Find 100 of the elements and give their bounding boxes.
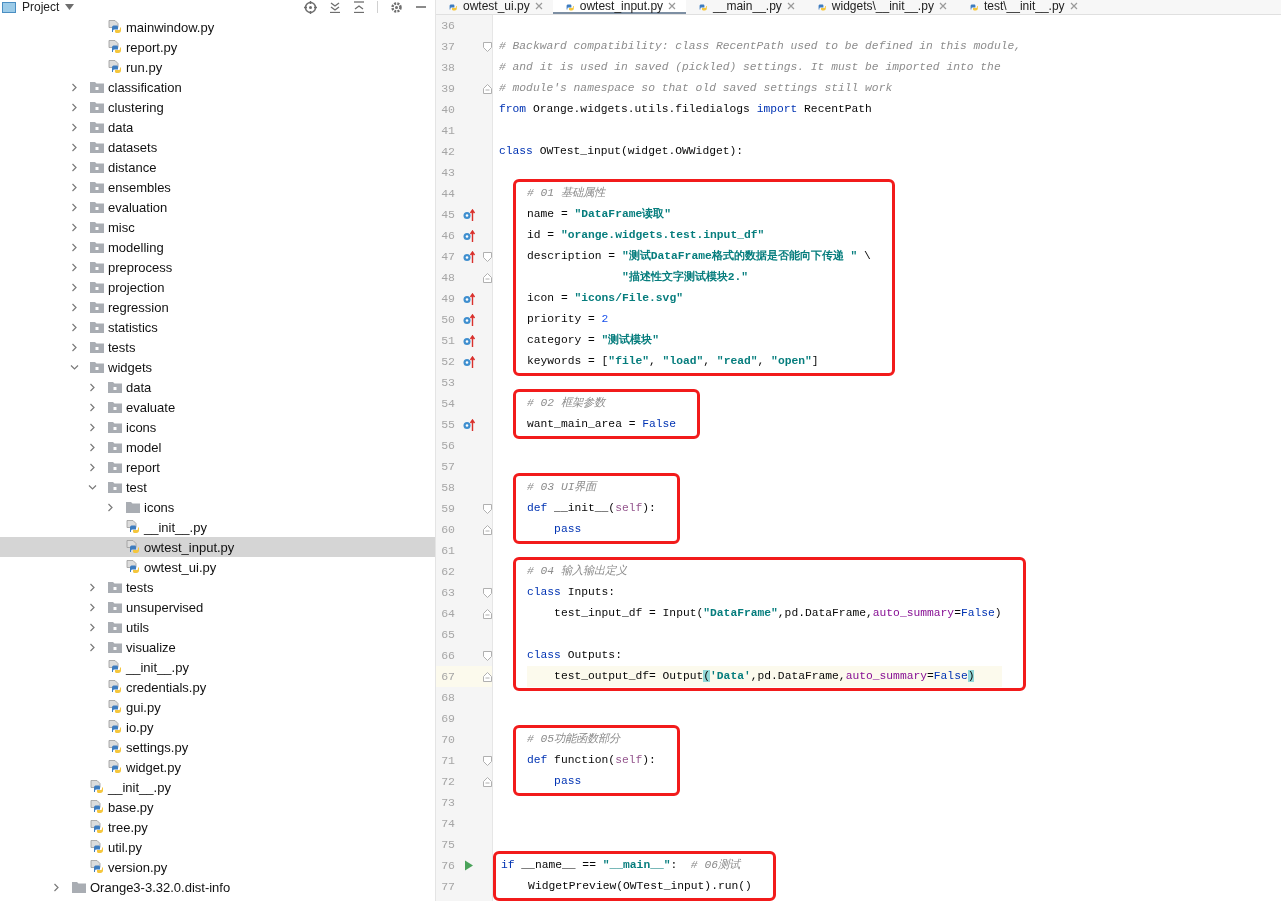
chevron-right-icon[interactable] [87,382,97,392]
tree-item[interactable]: model [0,437,435,457]
tree-item[interactable]: owtest_input.py [0,537,435,557]
chevron-right-icon[interactable] [87,462,97,472]
close-icon[interactable] [534,2,543,10]
collapse-icon[interactable] [353,1,365,13]
tree-item[interactable]: regression [0,297,435,317]
tree-item[interactable]: io.py [0,717,435,737]
run-icon[interactable] [464,860,474,871]
chevron-right-icon[interactable] [69,322,79,332]
fold-start-icon[interactable] [483,650,492,661]
editor-tab[interactable]: widgets\__init__.py [804,0,957,14]
tree-item[interactable]: projection [0,277,435,297]
chevron-right-icon[interactable] [69,102,79,112]
override-marker-icon[interactable] [463,334,475,347]
tree-item[interactable]: __init__.py [0,777,435,797]
override-marker-icon[interactable] [463,208,475,221]
chevron-right-icon[interactable] [69,242,79,252]
tree-item[interactable]: __init__.py [0,657,435,677]
tree-item[interactable]: widget.py [0,757,435,777]
chevron-right-icon[interactable] [105,502,115,512]
tree-item[interactable]: owtest_ui.py [0,557,435,577]
tree-item[interactable]: unsupervised [0,597,435,617]
tree-item[interactable]: version.py [0,857,435,877]
override-marker-icon[interactable] [463,355,475,368]
override-marker-icon[interactable] [463,313,475,326]
tree-item[interactable]: datasets [0,137,435,157]
tree-item[interactable]: utils [0,617,435,637]
tree-item[interactable]: tests [0,337,435,357]
chevron-right-icon[interactable] [69,222,79,232]
panel-title[interactable]: Project [22,0,60,14]
close-icon[interactable] [786,2,795,10]
fold-start-icon[interactable] [483,41,492,52]
fold-start-icon[interactable] [483,251,492,262]
fold-end-icon[interactable] [483,671,492,682]
fold-start-icon[interactable] [483,503,492,514]
tree-item[interactable]: __init__.py [0,517,435,537]
chevron-right-icon[interactable] [69,142,79,152]
chevron-right-icon[interactable] [69,342,79,352]
tree-item[interactable]: report.py [0,37,435,57]
tree-item[interactable]: base.py [0,797,435,817]
tree-item[interactable]: util.py [0,837,435,857]
tree-item[interactable]: distance [0,157,435,177]
override-marker-icon[interactable] [463,229,475,242]
chevron-right-icon[interactable] [69,162,79,172]
fold-end-icon[interactable] [483,776,492,787]
chevron-right-icon[interactable] [69,282,79,292]
fold-start-icon[interactable] [483,587,492,598]
expand-icon[interactable] [329,1,341,13]
override-marker-icon[interactable] [463,418,475,431]
editor-tab[interactable]: owtest_input.py [552,0,687,14]
close-icon[interactable] [1069,2,1078,10]
chevron-right-icon[interactable] [69,262,79,272]
tree-item[interactable]: report [0,457,435,477]
chevron-right-icon[interactable] [87,442,97,452]
chevron-down-icon[interactable] [69,362,79,372]
tree-item[interactable]: evaluation [0,197,435,217]
tree-item[interactable]: tests [0,577,435,597]
chevron-right-icon[interactable] [87,622,97,632]
chevron-down-icon[interactable] [87,482,97,492]
override-marker-icon[interactable] [463,250,475,263]
chevron-right-icon[interactable] [69,302,79,312]
tree-item[interactable]: icons [0,417,435,437]
chevron-right-icon[interactable] [87,582,97,592]
tree-item[interactable]: data [0,117,435,137]
close-icon[interactable] [938,2,947,10]
fold-start-icon[interactable] [483,755,492,766]
fold-end-icon[interactable] [483,524,492,535]
override-marker-icon[interactable] [463,292,475,305]
tree-item[interactable]: settings.py [0,737,435,757]
chevron-right-icon[interactable] [69,82,79,92]
close-icon[interactable] [668,2,677,10]
tree-item[interactable]: ensembles [0,177,435,197]
gear-icon[interactable] [390,0,403,14]
chevron-right-icon[interactable] [87,402,97,412]
tree-item[interactable]: visualize [0,637,435,657]
tree-item[interactable]: test [0,477,435,497]
tree-item[interactable]: mainwindow.py [0,17,435,37]
editor-tab[interactable]: __main__.py [686,0,805,14]
fold-end-icon[interactable] [483,608,492,619]
chevron-right-icon[interactable] [87,642,97,652]
tree-item[interactable]: icons [0,497,435,517]
tree-item[interactable]: run.py [0,57,435,77]
target-icon[interactable] [304,0,317,14]
tree-item[interactable]: credentials.py [0,677,435,697]
editor-tab[interactable]: test\__init__.py [956,0,1088,14]
dropdown-caret-icon[interactable] [65,4,75,10]
tree-item[interactable]: evaluate [0,397,435,417]
tree-item[interactable]: misc [0,217,435,237]
tree-item[interactable]: Orange3-3.32.0.dist-info [0,877,435,897]
tree-item[interactable]: widgets [0,357,435,377]
tree-item[interactable]: clustering [0,97,435,117]
chevron-right-icon[interactable] [69,122,79,132]
tree-item[interactable]: preprocess [0,257,435,277]
tree-item[interactable]: tree.py [0,817,435,837]
chevron-right-icon[interactable] [69,202,79,212]
fold-end-icon[interactable] [483,272,492,283]
chevron-right-icon[interactable] [51,882,61,892]
chevron-right-icon[interactable] [87,422,97,432]
tree-item[interactable]: classification [0,77,435,97]
